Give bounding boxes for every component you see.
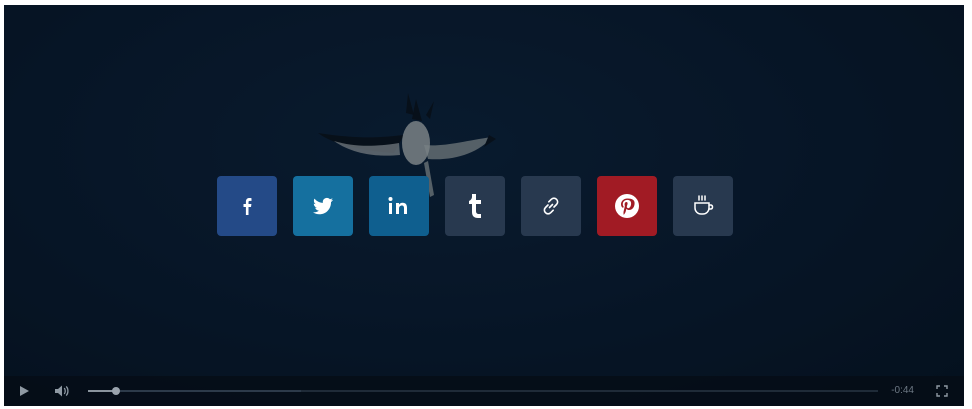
share-overlay <box>4 5 964 406</box>
share-pinterest-button[interactable] <box>597 176 657 236</box>
share-twitter-button[interactable] <box>293 176 353 236</box>
pinterest-icon <box>615 194 639 218</box>
fullscreen-icon <box>936 385 948 397</box>
volume-button[interactable] <box>50 376 74 406</box>
progress-bar[interactable] <box>88 387 878 395</box>
coffee-cup-icon <box>694 195 714 215</box>
link-icon <box>543 197 559 215</box>
tumblr-icon <box>469 194 481 218</box>
buy-coffee-button[interactable] <box>673 176 733 236</box>
fullscreen-button[interactable] <box>932 376 952 406</box>
player-controls: -0:44 <box>4 376 964 406</box>
share-tumblr-button[interactable] <box>445 176 505 236</box>
video-player[interactable]: -0:44 <box>4 5 964 406</box>
play-button[interactable] <box>12 376 36 406</box>
share-facebook-button[interactable] <box>217 176 277 236</box>
facebook-icon <box>243 198 252 215</box>
progress-handle[interactable] <box>112 387 121 395</box>
share-buttons <box>217 176 733 236</box>
volume-icon <box>55 385 69 397</box>
linkedin-icon <box>388 197 407 214</box>
time-remaining: -0:44 <box>891 385 914 396</box>
play-icon <box>20 386 29 396</box>
twitter-icon <box>313 197 333 215</box>
share-linkedin-button[interactable] <box>369 176 429 236</box>
copy-link-button[interactable] <box>521 176 581 236</box>
